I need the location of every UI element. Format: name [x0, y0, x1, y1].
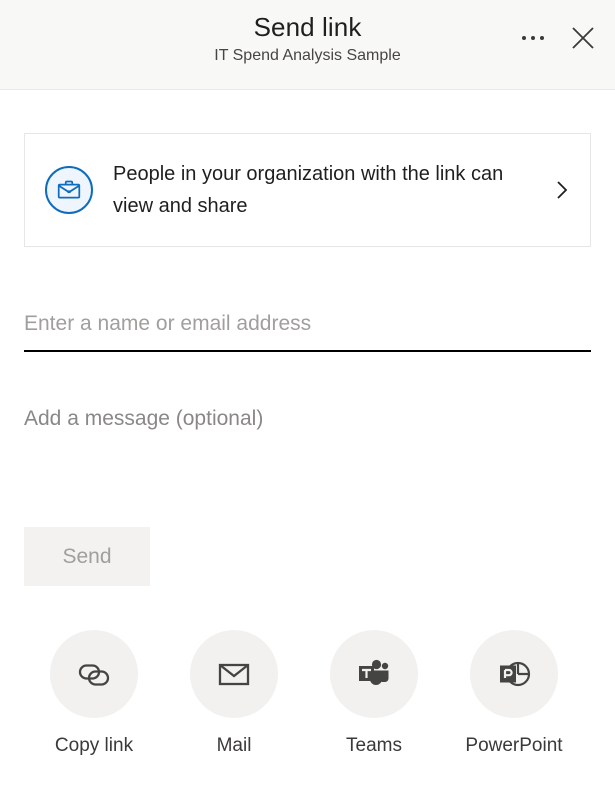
teams-icon — [359, 659, 389, 685]
copy-link-circle — [50, 630, 138, 718]
link-icon — [78, 664, 110, 686]
briefcase-icon-circle — [45, 166, 93, 214]
dialog-header: Send link IT Spend Analysis Sample — [0, 0, 615, 90]
share-option-label: Copy link — [54, 735, 134, 756]
briefcase-icon — [57, 180, 81, 199]
mail-icon — [218, 663, 250, 686]
share-option-teams[interactable]: Teams — [304, 630, 444, 758]
recipients-input[interactable] — [24, 297, 591, 352]
powerpoint-circle — [470, 630, 558, 718]
ellipsis-icon — [522, 36, 544, 40]
send-button[interactable]: Send — [24, 527, 150, 586]
more-options-button[interactable] — [515, 20, 551, 56]
link-permissions-row[interactable]: People in your organization with the lin… — [24, 133, 591, 247]
chevron-right-icon — [557, 181, 568, 199]
share-option-mail[interactable]: Mail — [164, 630, 304, 758]
share-option-label: Teams — [346, 735, 402, 756]
header-actions — [515, 20, 601, 56]
permission-icon-wrap — [25, 166, 113, 214]
teams-circle — [330, 630, 418, 718]
powerpoint-icon — [500, 661, 531, 687]
close-icon — [572, 27, 594, 49]
permission-chevron[interactable] — [534, 176, 590, 204]
share-options-row: Copy link Mail Teams PowerPoint — [24, 630, 591, 758]
permission-label: People in your organization with the lin… — [113, 163, 504, 217]
close-button[interactable] — [565, 20, 601, 56]
message-input[interactable] — [24, 398, 591, 440]
share-option-label: PowerPoint — [465, 735, 563, 756]
share-option-copy-link[interactable]: Copy link — [24, 630, 164, 758]
share-option-powerpoint[interactable]: PowerPoint — [444, 630, 584, 758]
mail-circle — [190, 630, 278, 718]
share-option-label: Mail — [216, 735, 252, 756]
